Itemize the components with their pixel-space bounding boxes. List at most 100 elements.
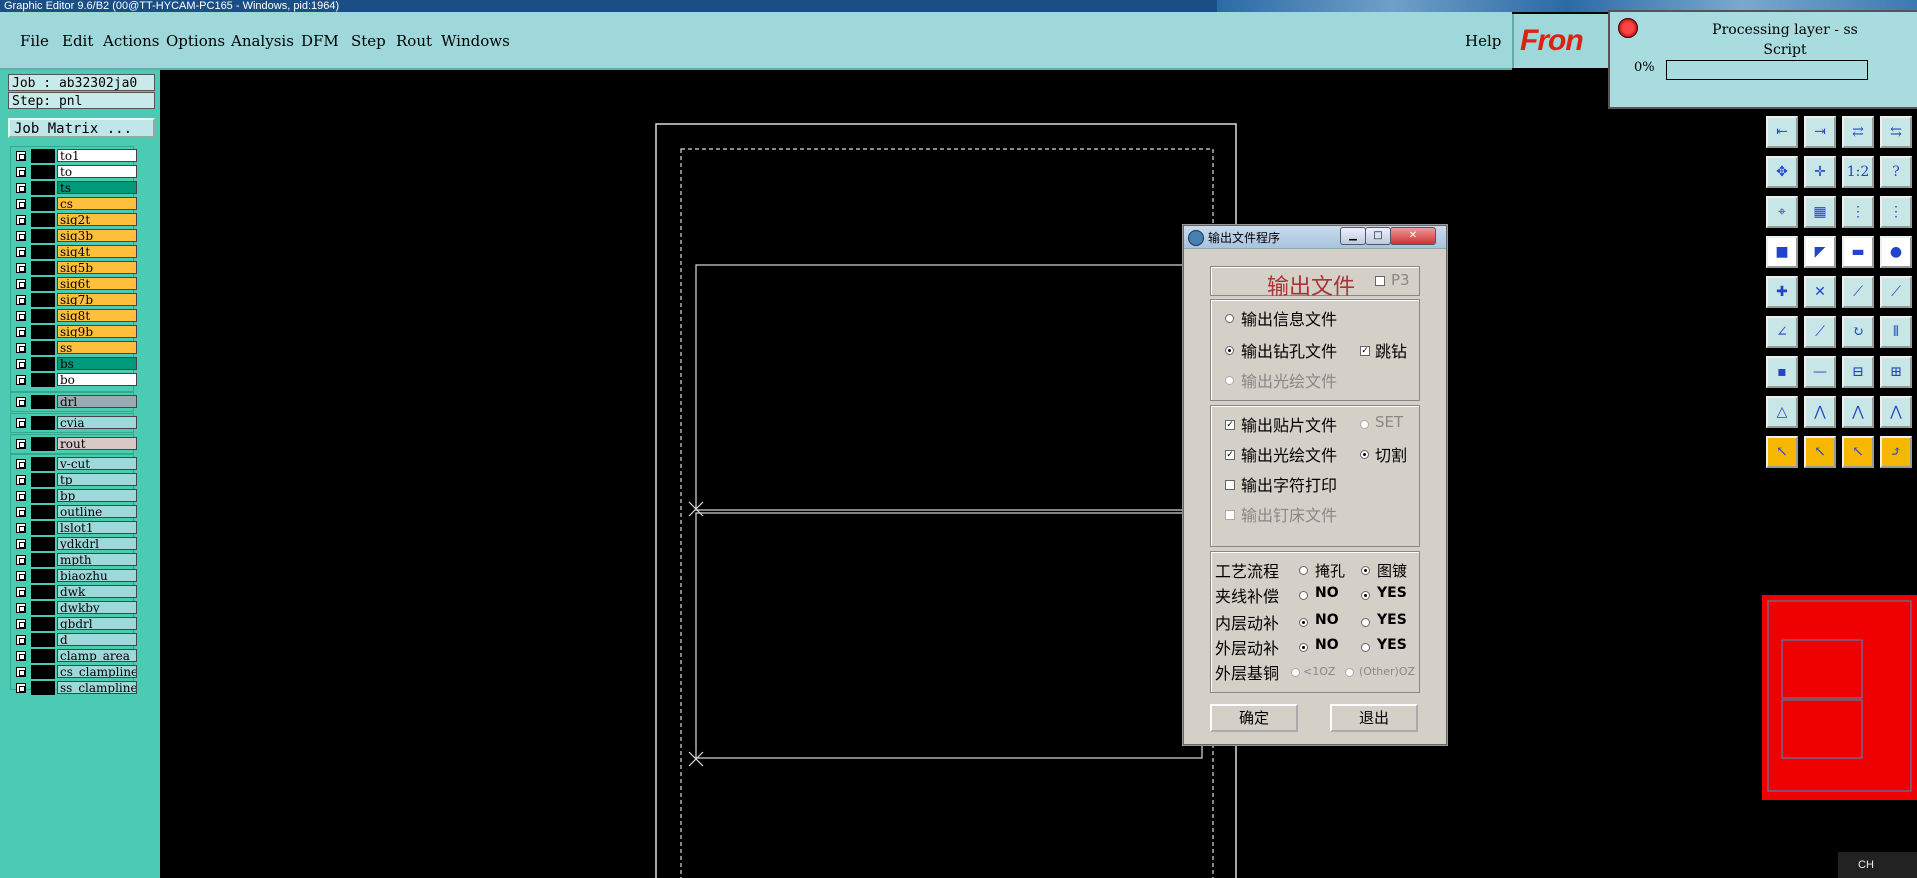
info-file-radio[interactable] (1225, 314, 1234, 323)
layer-row[interactable]: bs (11, 357, 137, 371)
layer-row[interactable]: outline (11, 505, 137, 519)
inner-no-radio[interactable] (1299, 618, 1308, 627)
layer-name[interactable]: cs (57, 197, 137, 210)
layer-checkbox[interactable] (16, 459, 26, 469)
layer-checkbox[interactable] (16, 439, 26, 449)
tent-icon[interactable]: ⋀ (1842, 396, 1874, 428)
pointer-add-icon[interactable]: ↖ (1804, 436, 1836, 468)
layer-affected-indicator[interactable] (31, 245, 55, 259)
layer-affected-indicator[interactable] (31, 395, 55, 409)
layer-checkbox[interactable] (16, 167, 26, 177)
layer-checkbox[interactable] (16, 215, 26, 225)
layer-affected-indicator[interactable] (31, 325, 55, 339)
layer-name[interactable]: sig9b (57, 325, 137, 338)
layer-row[interactable]: sig7b (11, 293, 137, 307)
layer-checkbox[interactable] (16, 587, 26, 597)
layer-name[interactable]: cvia (57, 416, 137, 429)
layer-row[interactable]: rout (11, 437, 137, 451)
layer-affected-indicator[interactable] (31, 681, 55, 695)
outer-yes-radio[interactable] (1361, 643, 1370, 652)
layer-affected-indicator[interactable] (31, 649, 55, 663)
cut-radio[interactable] (1360, 450, 1369, 459)
layer-row[interactable]: clamp_area (11, 649, 137, 663)
layer-affected-indicator[interactable] (31, 457, 55, 471)
layer-checkbox[interactable] (16, 491, 26, 501)
layer-checkbox[interactable] (16, 295, 26, 305)
p3-checkbox[interactable] (1375, 276, 1385, 286)
layer-affected-indicator[interactable] (31, 181, 55, 195)
overview-map[interactable] (1762, 595, 1917, 800)
grid-icon[interactable]: ▦ (1804, 196, 1836, 228)
layer-row[interactable]: sig8t (11, 309, 137, 323)
minimize-button[interactable]: ▁ (1340, 227, 1366, 245)
layer-row[interactable]: ss (11, 341, 137, 355)
layer-checkbox[interactable] (16, 683, 26, 693)
layer-name[interactable]: v-cut (57, 457, 137, 470)
layer-name[interactable]: outline (57, 505, 137, 518)
pan-icon[interactable]: ✥ (1766, 156, 1798, 188)
layer-name[interactable]: sig8t (57, 309, 137, 322)
zoom-out-icon[interactable]: ⇥ (1804, 116, 1836, 148)
layer-affected-indicator[interactable] (31, 633, 55, 647)
layer-checkbox[interactable] (16, 619, 26, 629)
layer-row[interactable]: ts (11, 181, 137, 195)
layer-affected-indicator[interactable] (31, 293, 55, 307)
close-button[interactable]: ✕ (1390, 227, 1436, 245)
layer-name[interactable]: bo (57, 373, 137, 386)
zoom-fit-icon[interactable]: ⇄ (1842, 116, 1874, 148)
layer-checkbox[interactable] (16, 571, 26, 581)
layer-row[interactable]: cvia (11, 416, 137, 430)
layer-name[interactable]: rout (57, 437, 137, 450)
layer-affected-indicator[interactable] (31, 437, 55, 451)
layer-name[interactable]: sig2t (57, 213, 137, 226)
layer-affected-indicator[interactable] (31, 489, 55, 503)
layer-checkbox[interactable] (16, 199, 26, 209)
layer-name[interactable]: ss (57, 341, 137, 354)
layer-affected-indicator[interactable] (31, 373, 55, 387)
layer-name[interactable]: cs_clampline (57, 665, 137, 678)
layer-affected-indicator[interactable] (31, 229, 55, 243)
layer-name[interactable]: ts (57, 181, 137, 194)
menu-windows[interactable]: Windows (441, 32, 510, 50)
menu-file[interactable]: File (20, 32, 49, 50)
center-icon[interactable]: ✛ (1804, 156, 1836, 188)
lt1oz-radio[interactable] (1291, 668, 1300, 677)
layer-row[interactable]: to (11, 165, 137, 179)
layer-checkbox[interactable] (16, 359, 26, 369)
menu-analysis[interactable]: Analysis (231, 32, 294, 50)
menu-edit[interactable]: Edit (62, 32, 93, 50)
layer-checkbox[interactable] (16, 475, 26, 485)
resize-icon[interactable]: ⊟ (1842, 356, 1874, 388)
input-language[interactable]: CH (1858, 859, 1874, 871)
layer-name[interactable]: biaozhu (57, 569, 137, 582)
layer-name[interactable]: ss_clampline (57, 681, 137, 694)
gerber-file-radio[interactable] (1225, 376, 1234, 385)
layer-affected-indicator[interactable] (31, 665, 55, 679)
layer-checkbox[interactable] (16, 279, 26, 289)
layer-row[interactable]: v-cut (11, 457, 137, 471)
layer-affected-indicator[interactable] (31, 505, 55, 519)
layer-name[interactable]: sig6t (57, 277, 137, 290)
nail-bed-checkbox[interactable] (1225, 510, 1235, 520)
layer-checkbox[interactable] (16, 375, 26, 385)
layer-checkbox[interactable] (16, 651, 26, 661)
drill-file-radio[interactable] (1225, 346, 1234, 355)
arc-icon[interactable]: ↻ (1842, 316, 1874, 348)
layer-name[interactable]: drl (57, 395, 137, 408)
layer-checkbox[interactable] (16, 507, 26, 517)
jump-drill-checkbox[interactable]: ✓ (1360, 346, 1370, 356)
layer-name[interactable]: sig5b (57, 261, 137, 274)
layer-affected-indicator[interactable] (31, 473, 55, 487)
layer-name[interactable]: sig7b (57, 293, 137, 306)
layer-affected-indicator[interactable] (31, 197, 55, 211)
layer-checkbox[interactable] (16, 603, 26, 613)
layer-affected-indicator[interactable] (31, 569, 55, 583)
job-matrix-button[interactable]: Job Matrix ... (8, 118, 155, 138)
layer-name[interactable]: lslot1 (57, 521, 137, 534)
layer-row[interactable]: sig5b (11, 261, 137, 275)
ok-button[interactable]: 确定 (1210, 704, 1298, 732)
layer-name[interactable]: dwkby (57, 601, 137, 614)
layer-name[interactable]: bp (57, 489, 137, 502)
layer-name[interactable]: ydkdrl (57, 537, 137, 550)
layer-affected-indicator[interactable] (31, 521, 55, 535)
